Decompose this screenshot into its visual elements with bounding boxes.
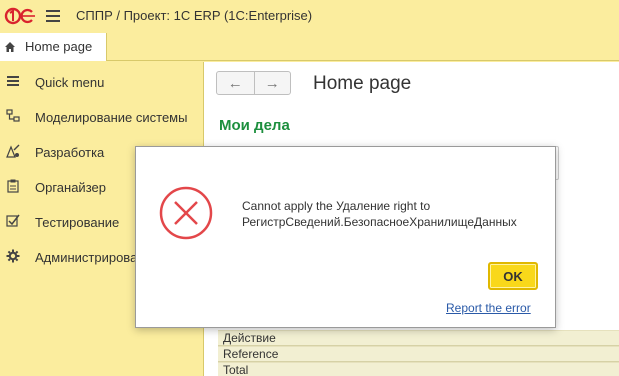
sidebar-item-label: Разработка [35,145,105,160]
checkbox-icon [6,214,20,227]
back-button[interactable]: ← [217,72,254,94]
title-bar: СППР / Проект: 1С ERP (1С:Enterprise) [0,0,619,33]
organizer-icon [7,179,19,193]
nav-buttons: ← → [216,71,291,95]
home-icon [5,42,15,52]
app-title: СППР / Проект: 1С ERP (1С:Enterprise) [76,8,313,23]
gear-icon [6,249,20,263]
sidebar-item-system-modeling[interactable]: Моделирование системы [0,99,203,134]
section-title[interactable]: Мои дела [219,117,290,134]
ok-button[interactable]: OK [488,262,538,290]
info-table: Действие Reference Total [218,330,619,376]
page-title: Home page [313,73,412,94]
sidebar-item-label: Quick menu [35,75,105,90]
sidebar-item-label: Тестирование [35,215,120,230]
error-dialog: Cannot apply the Удаление right to Регис… [135,146,556,328]
error-message-line: Cannot apply the Удаление right to [242,199,431,213]
system-model-icon [6,109,20,122]
table-row[interactable]: Reference [218,346,619,362]
sidebar-item-label: Администрирова [35,250,138,265]
tab-home-page[interactable]: Home page [0,33,107,61]
development-icon [6,144,20,158]
error-message-line: РегистрСведений.БезопасноеХранилищеДанны… [242,215,517,229]
1c-logo[interactable] [4,7,38,25]
report-error-link[interactable]: Report the error [446,301,531,315]
forward-button[interactable]: → [253,72,291,94]
main-menu-icon[interactable] [46,10,60,22]
tab-label: Home page [25,39,93,54]
sidebar-item-label: Органайзер [35,180,106,195]
error-message: Cannot apply the Удаление right to Регис… [242,198,547,230]
sidebar-item-label: Моделирование системы [35,110,188,125]
table-row[interactable]: Действие [218,330,619,346]
sidebar-item-quick-menu[interactable]: Quick menu [0,64,203,99]
tab-strip: Home page [0,33,619,61]
menu-icon [7,76,19,86]
table-row[interactable]: Total [218,362,619,376]
error-icon [159,186,213,240]
